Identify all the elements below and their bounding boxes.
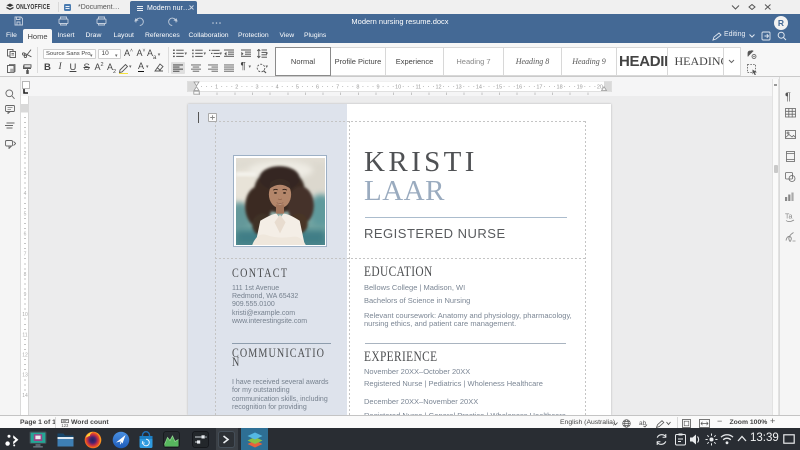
svg-text:1: 1 bbox=[215, 84, 218, 90]
svg-text:13: 13 bbox=[22, 373, 28, 379]
svg-text:6: 6 bbox=[24, 232, 27, 238]
svg-text:7: 7 bbox=[24, 252, 27, 258]
svg-text:19: 19 bbox=[577, 84, 583, 90]
svg-text:123: 123 bbox=[61, 423, 69, 427]
svg-text:4: 4 bbox=[276, 84, 279, 90]
svg-text:7: 7 bbox=[336, 84, 339, 90]
svg-text:3: 3 bbox=[24, 171, 27, 177]
svg-text:3: 3 bbox=[255, 84, 258, 90]
svg-text:5: 5 bbox=[296, 84, 299, 90]
svg-text:15: 15 bbox=[496, 84, 502, 90]
svg-text:9: 9 bbox=[376, 84, 379, 90]
svg-text:11: 11 bbox=[22, 332, 27, 338]
svg-text:9: 9 bbox=[24, 292, 27, 298]
svg-text:Ta: Ta bbox=[785, 213, 793, 220]
svg-text:12: 12 bbox=[435, 84, 441, 90]
svg-text:14: 14 bbox=[22, 393, 28, 399]
svg-text:5: 5 bbox=[24, 211, 27, 217]
svg-text:2: 2 bbox=[235, 84, 238, 90]
svg-text:4: 4 bbox=[24, 191, 27, 197]
svg-text:10: 10 bbox=[395, 84, 401, 90]
svg-text:16: 16 bbox=[516, 84, 522, 90]
svg-text:8: 8 bbox=[356, 84, 359, 90]
svg-text:11: 11 bbox=[416, 84, 422, 90]
svg-text:6: 6 bbox=[316, 84, 319, 90]
svg-text:10: 10 bbox=[22, 312, 28, 318]
svg-text:17: 17 bbox=[536, 84, 542, 90]
svg-text:14: 14 bbox=[476, 84, 482, 90]
svg-text:1: 1 bbox=[24, 131, 27, 137]
svg-text:18: 18 bbox=[557, 84, 563, 90]
svg-text:12: 12 bbox=[22, 353, 28, 359]
svg-text:2: 2 bbox=[24, 151, 27, 157]
svg-text:13: 13 bbox=[456, 84, 462, 90]
svg-text:8: 8 bbox=[24, 272, 27, 278]
